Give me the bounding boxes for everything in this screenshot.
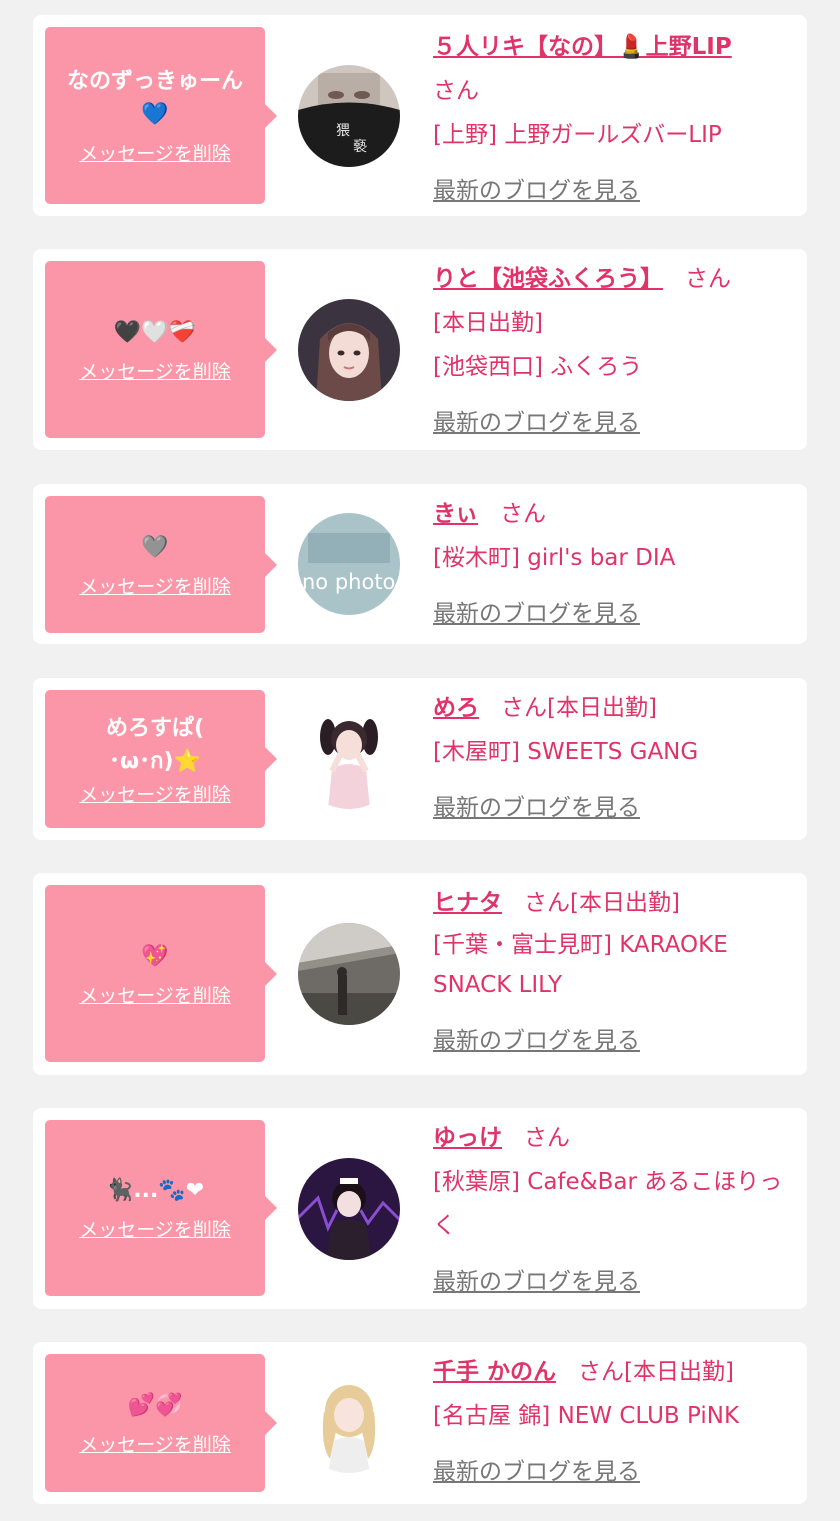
svg-text:褻: 褻 xyxy=(353,139,367,155)
message-bubble: 🖤🤍❤️‍🩹 メッセージを削除 xyxy=(45,261,277,438)
delete-message-link[interactable]: メッセージを削除 xyxy=(79,139,231,166)
profile-info: 千手 かのん さん[本日出勤] [名古屋 錦] NEW CLUB PiNK 最新の… xyxy=(433,1350,785,1494)
message-bubble: 💕💞 メッセージを削除 xyxy=(45,1354,277,1492)
latest-blog-link[interactable]: 最新のブログを見る xyxy=(433,169,640,213)
svg-text:✦: ✦ xyxy=(306,1383,312,1391)
latest-blog-link[interactable]: 最新のブログを見る xyxy=(433,1450,640,1494)
profile-name-link[interactable]: きぃ xyxy=(433,501,478,527)
latest-blog-link[interactable]: 最新のブログを見る xyxy=(433,401,640,445)
message-card: 🐈‍⬛...🐾❤ メッセージを削除 ゆっけ さん [秋葉原] Cafe&Bar あ… xyxy=(33,1108,807,1309)
message-text: 🐈‍⬛...🐾❤ xyxy=(105,1178,205,1203)
honorific: さん xyxy=(685,266,731,292)
message-card: 🖤🤍❤️‍🩹 メッセージを削除 りと【池袋ふくろう】 さん [本日出勤] [池袋西… xyxy=(33,249,807,450)
latest-blog-link[interactable]: 最新のブログを見る xyxy=(433,1260,640,1304)
message-card: 💕💞 メッセージを削除 ✦ 千手 かのん さん[本日出勤] [名古屋 錦] NEW… xyxy=(33,1342,807,1504)
shop-text: [桜木町] girl's bar DIA xyxy=(433,545,676,571)
svg-text:猥: 猥 xyxy=(336,123,350,139)
message-text: 💖 xyxy=(141,943,169,969)
message-text: 🖤🤍❤️‍🩹 xyxy=(113,319,197,345)
avatar[interactable] xyxy=(298,923,400,1025)
shop-text: [木屋町] SWEETS GANG xyxy=(433,739,699,765)
delete-message-link[interactable]: メッセージを削除 xyxy=(79,572,231,599)
profile-info: ヒナタ さん[本日出勤] [千葉・富士見町] KARAOKE SNACK LILY… xyxy=(433,881,785,1063)
message-bubble: 🐈‍⬛...🐾❤ メッセージを削除 xyxy=(45,1120,277,1296)
message-bubble: 💖 メッセージを削除 xyxy=(45,885,277,1062)
honorific: さん xyxy=(578,1359,625,1385)
no-photo-text: no photo xyxy=(302,570,395,594)
profile-info: めろ さん[本日出勤] [木屋町] SWEETS GANG 最新のブログを見る xyxy=(433,686,785,830)
delete-message-link[interactable]: メッセージを削除 xyxy=(79,981,231,1008)
work-status: [本日出勤] xyxy=(433,310,543,336)
message-text: なのずっきゅーん 💙 xyxy=(66,69,243,127)
avatar[interactable] xyxy=(298,707,400,809)
profile-info: ５人リキ【なの】💄上野LIP さん [上野] 上野ガールズバーLIP 最新のブログ… xyxy=(433,25,785,213)
message-card: なのずっきゅーん 💙 メッセージを削除 猥 褻 ５人リキ【なの】💄上野LIP さん… xyxy=(33,15,807,216)
message-card: めろすぱ( ･ω･ก)⭐ メッセージを削除 めろ さん[本日出勤] [木屋町] S… xyxy=(33,678,807,840)
message-text: 💕💞 xyxy=(127,1393,183,1418)
avatar[interactable] xyxy=(298,1158,400,1260)
shop-text: [秋葉原] Cafe&Bar あるこほりっく xyxy=(433,1169,783,1239)
avatar[interactable]: 猥 褻 xyxy=(298,65,400,167)
shop-text: [池袋西口] ふくろう xyxy=(433,354,643,380)
message-bubble: なのずっきゅーん 💙 メッセージを削除 xyxy=(45,27,277,204)
work-status: [本日出勤] xyxy=(547,695,657,721)
shop-text: [名古屋 錦] NEW CLUB PiNK xyxy=(433,1403,740,1429)
delete-message-link[interactable]: メッセージを削除 xyxy=(79,357,231,384)
avatar[interactable]: no photo xyxy=(298,513,400,615)
message-text: めろすぱ( ･ω･ก)⭐ xyxy=(105,715,205,774)
message-text: 🩶 xyxy=(141,534,169,560)
profile-name-link[interactable]: ５人リキ【なの】💄上野LIP xyxy=(433,34,732,60)
delete-message-link[interactable]: メッセージを削除 xyxy=(79,1215,231,1242)
latest-blog-link[interactable]: 最新のブログを見る xyxy=(433,592,640,636)
latest-blog-link[interactable]: 最新のブログを見る xyxy=(433,1019,640,1063)
message-bubble: 🩶 メッセージを削除 xyxy=(45,496,277,633)
profile-name-link[interactable]: めろ xyxy=(433,695,479,721)
profile-name-link[interactable]: りと【池袋ふくろう】 xyxy=(433,266,663,292)
message-card: 💖 メッセージを削除 ヒナタ さん[本日出勤] [千葉・富士見町] KARAOKE… xyxy=(33,873,807,1075)
honorific: さん xyxy=(524,890,570,916)
profile-info: きぃ さん [桜木町] girl's bar DIA 最新のブログを見る xyxy=(433,492,785,636)
profile-info: りと【池袋ふくろう】 さん [本日出勤] [池袋西口] ふくろう 最新のブログを見… xyxy=(433,257,785,445)
honorific: さん xyxy=(524,1125,570,1151)
delete-message-link[interactable]: メッセージを削除 xyxy=(79,1430,231,1457)
delete-message-link[interactable]: メッセージを削除 xyxy=(79,780,231,807)
message-bubble: めろすぱ( ･ω･ก)⭐ メッセージを削除 xyxy=(45,690,277,828)
work-status: [本日出勤] xyxy=(624,1359,734,1385)
profile-info: ゆっけ さん [秋葉原] Cafe&Bar あるこほりっく 最新のブログを見る xyxy=(433,1116,785,1304)
latest-blog-link[interactable]: 最新のブログを見る xyxy=(433,786,640,830)
avatar[interactable] xyxy=(298,299,400,401)
shop-text: [上野] 上野ガールズバーLIP xyxy=(433,122,722,148)
honorific: さん xyxy=(433,78,479,104)
honorific: さん xyxy=(500,501,547,527)
avatar[interactable]: ✦ xyxy=(298,1371,400,1473)
profile-name-link[interactable]: ヒナタ xyxy=(433,890,502,916)
message-card: 🩶 メッセージを削除 no photo きぃ さん [桜木町] girl's ba… xyxy=(33,484,807,644)
work-status: [本日出勤] xyxy=(570,890,680,916)
profile-name-link[interactable]: ゆっけ xyxy=(433,1125,502,1151)
shop-text: [千葉・富士見町] KARAOKE SNACK LILY xyxy=(433,932,728,998)
profile-name-link[interactable]: 千手 かのん xyxy=(433,1359,556,1385)
honorific: さん xyxy=(501,695,547,721)
